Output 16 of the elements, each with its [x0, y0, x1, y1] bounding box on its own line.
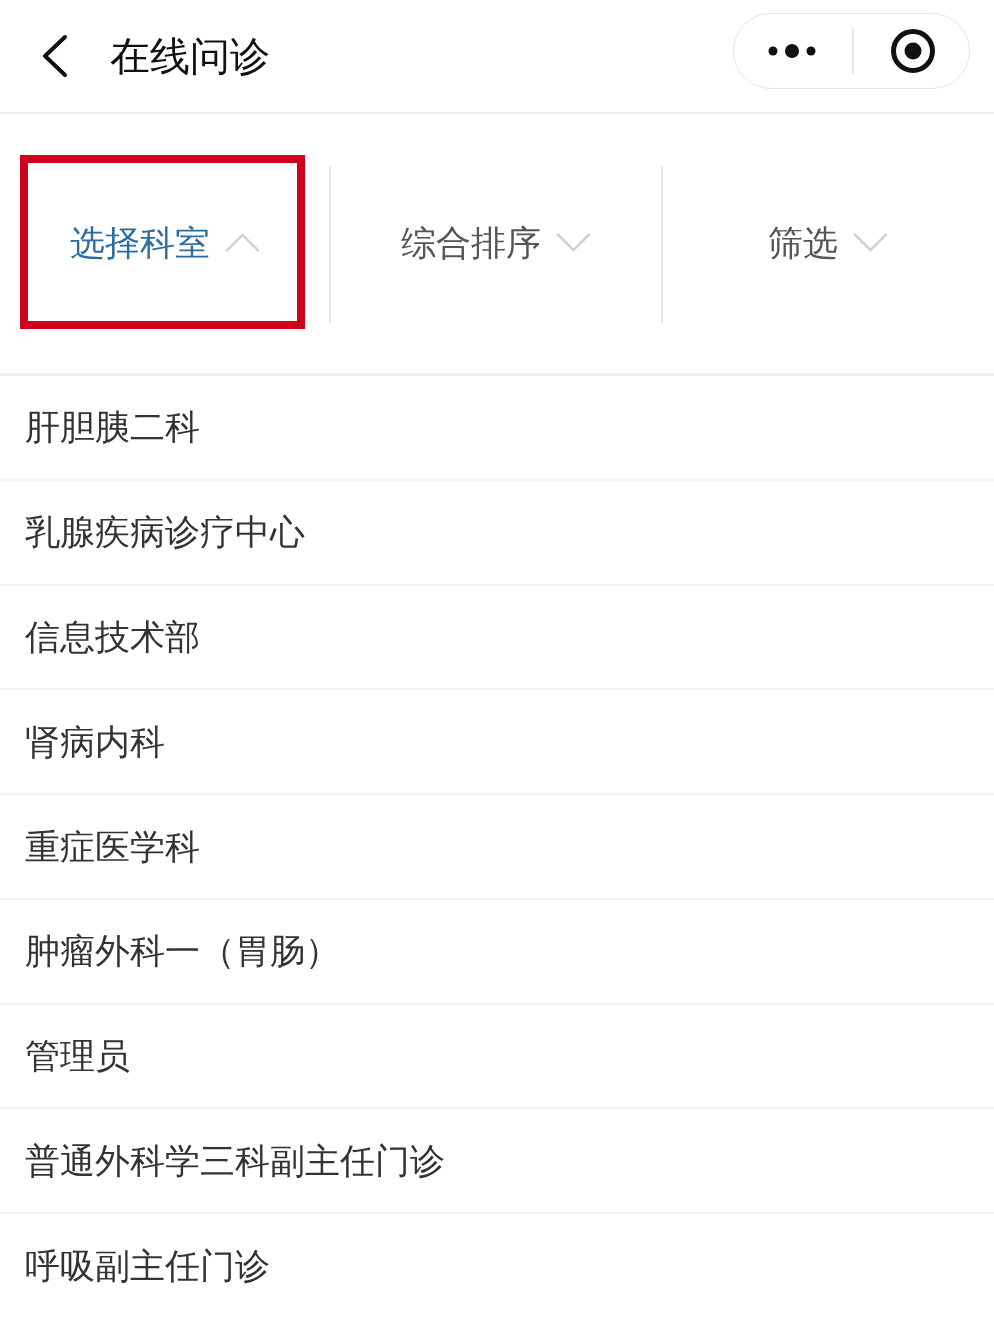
department-item[interactable]: 呼吸副主任门诊: [0, 1214, 994, 1317]
chevron-down-icon: [555, 232, 593, 253]
department-item[interactable]: 信息技术部: [0, 585, 994, 691]
department-item[interactable]: 肿瘤外科一（胃肠）: [0, 899, 994, 1005]
department-item[interactable]: 肝胆胰二科: [0, 376, 994, 481]
department-item[interactable]: 管理员: [0, 1004, 994, 1110]
department-item[interactable]: 重症医学科: [0, 795, 994, 900]
chevron-down-icon: [851, 232, 889, 253]
page-title: 在线问诊: [110, 32, 270, 80]
more-icon[interactable]: [768, 44, 816, 58]
target-icon[interactable]: [890, 28, 936, 74]
back-icon[interactable]: [40, 34, 68, 78]
department-item[interactable]: 乳腺疾病诊疗中心: [0, 480, 994, 586]
department-item[interactable]: 普通外科学三科副主任门诊: [0, 1109, 994, 1215]
department-item[interactable]: 肾病内科: [0, 690, 994, 796]
chevron-up-icon: [224, 232, 262, 253]
